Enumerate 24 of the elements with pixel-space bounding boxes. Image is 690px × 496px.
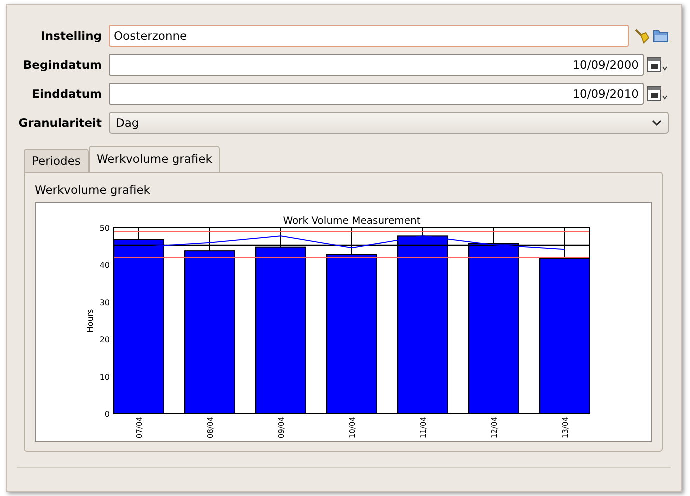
- calendar-icon[interactable]: [647, 57, 669, 73]
- field-label: Granulariteit: [18, 116, 102, 130]
- date-field[interactable]: 10/09/2000: [109, 54, 644, 76]
- y-tick-label: 50: [100, 224, 110, 233]
- folder-icon[interactable]: [653, 28, 669, 44]
- granularity-dropdown[interactable]: Dag: [109, 112, 669, 134]
- date-field[interactable]: 10/09/2010: [109, 83, 644, 105]
- tab[interactable]: Periodes: [24, 149, 89, 172]
- chart-heading: Werkvolume grafiek: [35, 183, 152, 197]
- y-tick-label: 40: [100, 261, 110, 270]
- y-tick-label: 0: [104, 410, 110, 419]
- field-label: Instelling: [40, 29, 102, 43]
- broom-icon[interactable]: [634, 28, 650, 44]
- y-axis-label: Hours: [86, 309, 95, 333]
- tab[interactable]: Werkvolume grafiek: [88, 146, 220, 172]
- y-tick-label: 10: [100, 372, 110, 382]
- field-label: Einddatum: [31, 87, 102, 101]
- y-tick-label: 30: [100, 298, 110, 308]
- input-field[interactable]: Oosterzonne: [109, 25, 629, 47]
- chart-title: Work Volume Measurement: [283, 216, 421, 227]
- calendar-icon[interactable]: [647, 86, 669, 102]
- y-tick-label: 20: [100, 336, 110, 345]
- field-label: Begindatum: [22, 58, 102, 72]
- chevron-icon: [652, 120, 662, 126]
